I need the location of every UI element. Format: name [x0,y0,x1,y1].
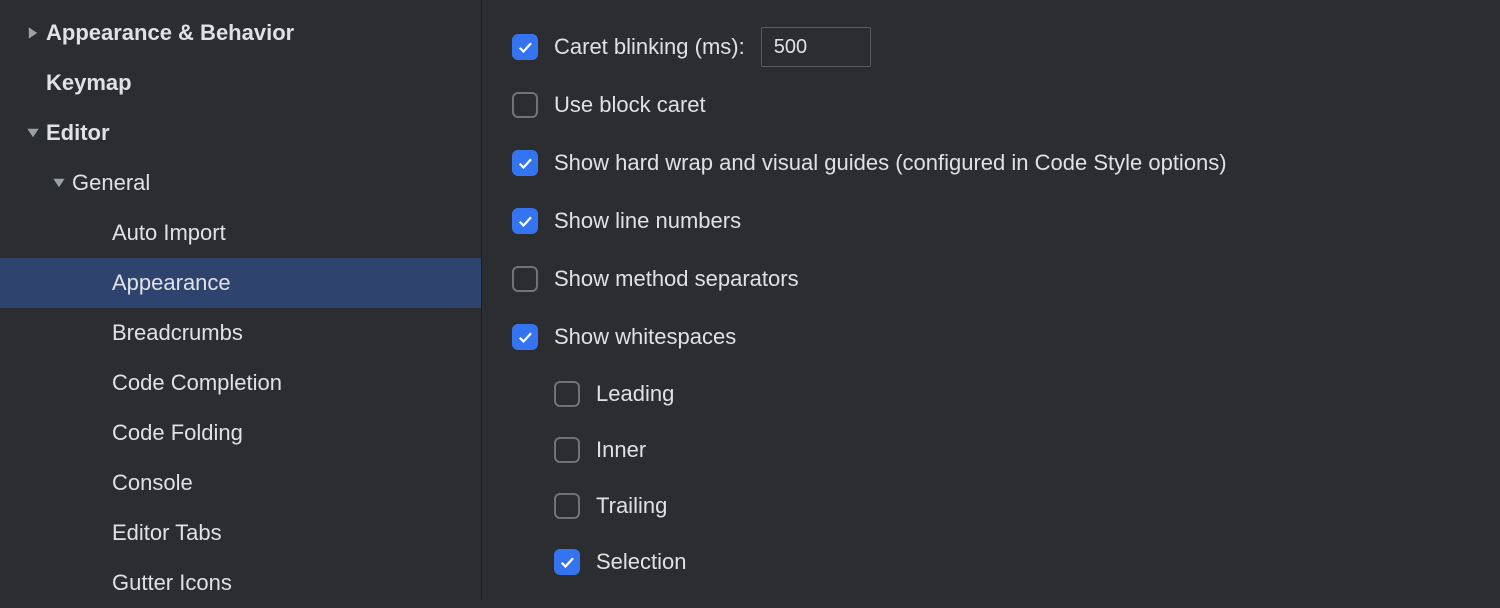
option-label: Show hard wrap and visual guides (config… [554,150,1227,176]
option-label: Show line numbers [554,208,741,234]
option-method-separators: Show method separators [512,250,1470,308]
use-block-caret-checkbox[interactable] [512,92,538,118]
sidebar-item-label: Console [112,470,193,496]
option-use-block-caret: Use block caret [512,76,1470,134]
option-ws-inner: Inner [512,422,1470,478]
sidebar-item-label: Code Completion [112,370,282,396]
sidebar-item-label: Editor Tabs [112,520,222,546]
caret-blinking-input[interactable] [761,27,871,67]
option-ws-trailing: Trailing [512,478,1470,534]
sidebar-item-label: Appearance [112,270,231,296]
sidebar-item-console[interactable]: Console [0,458,481,508]
option-whitespaces: Show whitespaces [512,308,1470,366]
ws-trailing-checkbox[interactable] [554,493,580,519]
ws-leading-checkbox[interactable] [554,381,580,407]
sidebar-item-gutter-icons[interactable]: Gutter Icons [0,558,481,608]
line-numbers-checkbox[interactable] [512,208,538,234]
sidebar-item-appearance-behavior[interactable]: Appearance & Behavior [0,8,481,58]
sidebar-item-label: Auto Import [112,220,226,246]
option-label: Show whitespaces [554,324,736,350]
chevron-right-icon [20,26,46,40]
sidebar-item-editor-tabs[interactable]: Editor Tabs [0,508,481,558]
sidebar-item-label: Keymap [46,70,132,96]
method-separators-checkbox[interactable] [512,266,538,292]
sidebar-item-label: Appearance & Behavior [46,20,294,46]
chevron-down-icon [46,176,72,190]
sidebar-item-label: Editor [46,120,110,146]
sidebar-item-label: General [72,170,150,196]
ws-selection-checkbox[interactable] [554,549,580,575]
option-line-numbers: Show line numbers [512,192,1470,250]
caret-blinking-checkbox[interactable] [512,34,538,60]
sidebar-item-breadcrumbs[interactable]: Breadcrumbs [0,308,481,358]
option-caret-blinking: Caret blinking (ms): [512,18,1470,76]
option-hard-wrap: Show hard wrap and visual guides (config… [512,134,1470,192]
option-ws-selection: Selection [512,534,1470,590]
sidebar-item-label: Code Folding [112,420,243,446]
sidebar-item-code-completion[interactable]: Code Completion [0,358,481,408]
sidebar-item-appearance[interactable]: Appearance [0,258,481,308]
settings-sidebar: Appearance & Behavior Keymap Editor Gene… [0,0,482,600]
sidebar-item-general[interactable]: General [0,158,481,208]
option-label: Leading [596,381,674,407]
option-label: Trailing [596,493,667,519]
option-label: Inner [596,437,646,463]
sidebar-item-editor[interactable]: Editor [0,108,481,158]
settings-content: Caret blinking (ms): Use block caret Sho… [482,0,1500,600]
sidebar-item-code-folding[interactable]: Code Folding [0,408,481,458]
option-label: Selection [596,549,687,575]
option-label: Show method separators [554,266,799,292]
option-ws-leading: Leading [512,366,1470,422]
sidebar-item-auto-import[interactable]: Auto Import [0,208,481,258]
sidebar-item-label: Gutter Icons [112,570,232,596]
sidebar-item-label: Breadcrumbs [112,320,243,346]
sidebar-item-keymap[interactable]: Keymap [0,58,481,108]
option-label: Use block caret [554,92,706,118]
ws-inner-checkbox[interactable] [554,437,580,463]
whitespaces-checkbox[interactable] [512,324,538,350]
option-label: Caret blinking (ms): [554,34,745,60]
chevron-down-icon [20,126,46,140]
hard-wrap-checkbox[interactable] [512,150,538,176]
